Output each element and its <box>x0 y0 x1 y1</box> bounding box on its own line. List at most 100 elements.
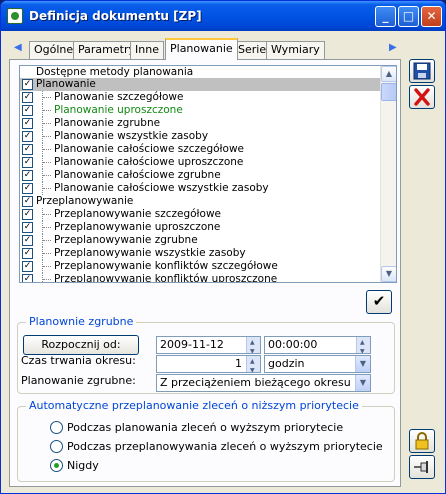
tree-connector <box>42 273 52 282</box>
list-item[interactable]: ✓ Planowanie szczegółowe <box>20 91 381 104</box>
close-icon: ✕ <box>426 9 437 23</box>
checkbox-icon[interactable]: ✓ <box>22 183 33 194</box>
checkmark-icon: ✔ <box>372 292 386 310</box>
list-scrollbar[interactable]: ▲ ▼ <box>380 66 396 282</box>
tree-connector <box>42 221 52 234</box>
time-spinner[interactable] <box>356 337 370 353</box>
list-item[interactable]: ✓ Planowanie całościowe szczegółowe <box>20 143 381 156</box>
tree-connector <box>42 247 52 260</box>
window-title: Definicja dokumentu [ZP] <box>29 9 202 23</box>
checkbox-icon[interactable]: ✓ <box>22 131 33 142</box>
checkbox-icon[interactable]: ✓ <box>22 170 33 181</box>
checkbox-icon[interactable]: ✓ <box>22 248 33 259</box>
save-icon <box>413 62 431 80</box>
radio-button[interactable] <box>50 421 63 434</box>
tree-connector <box>42 117 52 130</box>
list-item[interactable]: ✓ Planowanie całościowe uproszczone <box>20 156 381 169</box>
delete-button[interactable] <box>409 85 435 109</box>
duration-unit-value: godzin <box>268 357 305 370</box>
chevron-down-icon[interactable]: ▼ <box>355 356 370 372</box>
checkbox-icon[interactable]: ✓ <box>22 92 33 103</box>
duration-unit-select[interactable]: godzin ▼ <box>264 355 371 373</box>
save-button[interactable] <box>409 59 435 83</box>
checkbox-icon[interactable]: ✓ <box>22 196 33 207</box>
list-item[interactable]: ✓ Planowanie zgrubne <box>20 117 381 130</box>
checkbox-icon[interactable]: ✓ <box>22 79 33 90</box>
list-item[interactable]: ✓ Planowanie uproszczone <box>20 104 381 117</box>
checkbox-icon[interactable]: ✓ <box>22 274 33 282</box>
checkbox-icon[interactable]: ✓ <box>22 235 33 246</box>
tree-connector <box>42 91 52 104</box>
list-rows: ✓ Planowanie ✓ Planowanie szczegółowe ✓ Plano… <box>20 78 381 282</box>
delete-icon <box>414 88 430 106</box>
list-item[interactable]: ✓ Planowanie wszystkie zasoby <box>20 130 381 143</box>
start-date-value: 2009-11-12 <box>160 338 224 351</box>
checkbox-icon[interactable]: ✓ <box>22 118 33 129</box>
radio-button[interactable] <box>50 440 63 453</box>
planning-methods-list[interactable]: Dostępne metody planowania ✓ Planowanie ✓ P… <box>19 65 397 283</box>
start-from-button[interactable]: Rozpocznij od: <box>23 335 139 355</box>
maximize-button[interactable]: □ <box>398 6 419 27</box>
pin-button[interactable] <box>409 455 435 479</box>
scroll-down-icon[interactable]: ▼ <box>381 266 396 282</box>
list-item[interactable]: ✓ Przeplanowywanie wszystkie zasoby <box>20 247 381 260</box>
tab-ogolne[interactable]: Ogólne <box>29 41 79 59</box>
rough-mode-value: Z przeciążeniem bieżącego okresu <box>160 376 351 389</box>
list-item[interactable]: ✓ Przeplanowywanie zgrubne <box>20 234 381 247</box>
list-item-label: Planowanie <box>36 78 96 90</box>
rough-mode-select[interactable]: Z przeciążeniem bieżącego okresu ▼ <box>156 374 371 392</box>
start-time-field[interactable]: 00:00:00 <box>264 336 371 354</box>
tab-wymiary[interactable]: Wymiary <box>266 41 325 59</box>
tree-connector <box>42 182 52 195</box>
confirm-methods-button[interactable]: ✔ <box>366 290 392 314</box>
tab-inne[interactable]: Inne <box>130 41 164 59</box>
pin-icon <box>414 461 428 473</box>
title-bar[interactable]: Definicja dokumentu [ZP] _ □ ✕ <box>1 1 445 31</box>
list-item-label: Planowanie wszystkie zasoby <box>54 130 209 142</box>
radio-button[interactable] <box>50 459 63 472</box>
checkbox-icon[interactable]: ✓ <box>22 222 33 233</box>
duration-field[interactable]: 1 <box>156 355 261 373</box>
lock-button[interactable] <box>409 429 435 453</box>
list-item-label: Przeplanowywanie uproszczone <box>54 221 221 233</box>
list-item[interactable]: ✓ Planowanie <box>20 78 381 91</box>
minimize-button[interactable]: _ <box>375 6 396 27</box>
radio-label: Nigdy <box>67 459 99 472</box>
start-date-field[interactable]: 2009-11-12 <box>156 336 261 354</box>
tab-planowanie[interactable]: Planowanie <box>165 38 238 60</box>
checkbox-icon[interactable]: ✓ <box>22 105 33 116</box>
list-item[interactable]: ✓ Przeplanowywanie konfliktów szczegółowe <box>20 260 381 273</box>
list-item-label: Przeplanowywanie szczegółowe <box>54 208 221 220</box>
list-item-label: Planowanie całościowe wszystkie zasoby <box>54 182 269 194</box>
scroll-up-icon[interactable]: ▲ <box>381 66 396 82</box>
list-item[interactable]: ✓ Planowanie całościowe wszystkie zasoby <box>20 182 381 195</box>
rough-planning-group: Planownie zgrubne Rozpocznij od: 2009-11… <box>17 315 395 394</box>
duration-label: Czas trwania okresu: <box>21 354 136 367</box>
list-item-label: Przeplanowywanie wszystkie zasoby <box>54 247 246 259</box>
list-item[interactable]: ✓ Przeplanowywanie konfliktów uproszczone <box>20 273 381 282</box>
list-item[interactable]: ✓ Przeplanowywanie uproszczone <box>20 221 381 234</box>
tab-strip: Ogólne Parametry Inne Planowanie Serie W… <box>9 38 401 60</box>
checkbox-icon[interactable]: ✓ <box>22 157 33 168</box>
list-item-label: Planowanie całościowe szczegółowe <box>54 143 245 155</box>
tree-connector <box>42 156 52 169</box>
date-spinner[interactable] <box>246 337 260 353</box>
duration-spinner[interactable] <box>246 356 260 372</box>
list-item-label: Planowanie całościowe uproszczone <box>54 156 244 168</box>
checkbox-icon[interactable]: ✓ <box>22 261 33 272</box>
close-button[interactable]: ✕ <box>421 6 442 27</box>
checkbox-icon[interactable]: ✓ <box>22 144 33 155</box>
app-icon <box>7 8 23 24</box>
scroll-thumb[interactable] <box>381 83 396 101</box>
list-item-label: Planowanie całościowe zgrubne <box>54 169 221 181</box>
chevron-down-icon[interactable]: ▼ <box>355 375 370 391</box>
list-item[interactable]: ✓ Przeplanowywanie <box>20 195 381 208</box>
list-item[interactable]: ✓ Planowanie całościowe zgrubne <box>20 169 381 182</box>
planowanie-panel: Dostępne metody planowania ✓ Planowanie ✓ P… <box>9 59 401 487</box>
list-item[interactable]: ✓ Przeplanowywanie szczegółowe <box>20 208 381 221</box>
maximize-icon: □ <box>402 9 415 23</box>
auto-replanning-group: Automatyczne przeplanowanie zleceń o niż… <box>17 399 395 482</box>
dialog-window: Definicja dokumentu [ZP] _ □ ✕ ◀ ▶ Ogóln… <box>0 0 446 494</box>
list-item-label: Przeplanowywanie <box>36 195 134 207</box>
checkbox-icon[interactable]: ✓ <box>22 209 33 220</box>
